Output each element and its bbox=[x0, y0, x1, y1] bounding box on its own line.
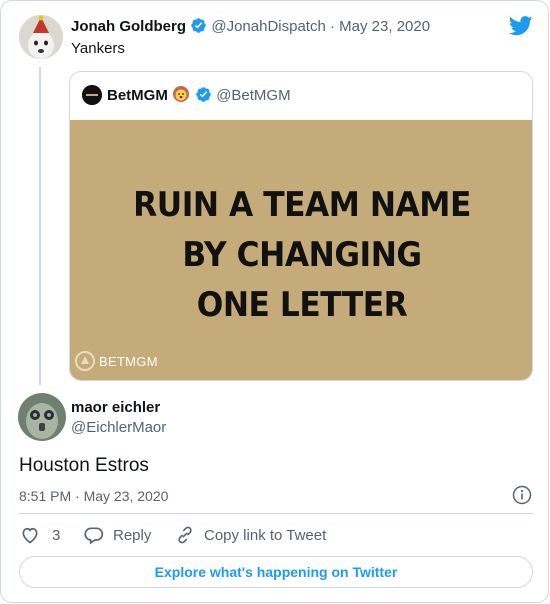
action-divider bbox=[19, 513, 533, 514]
reply-button[interactable]: Reply bbox=[84, 525, 151, 545]
twitter-bird-icon[interactable] bbox=[509, 15, 533, 37]
image-headline-line: BY CHANGING bbox=[182, 235, 422, 275]
explore-twitter-button[interactable]: Explore what's happening on Twitter bbox=[19, 556, 533, 588]
maor-eichler-avatar[interactable] bbox=[18, 393, 66, 441]
reply-timestamp[interactable]: 8:51 PM · May 23, 2020 bbox=[19, 486, 168, 506]
lion-emoji-icon bbox=[172, 85, 190, 103]
link-icon bbox=[178, 526, 192, 544]
betmgm-lion-logo-icon bbox=[75, 351, 95, 371]
image-headline: RUIN A TEAM NAME BY CHANGING ONE LETTER bbox=[89, 180, 516, 330]
reply-author-handle[interactable]: @EichlerMaor bbox=[71, 418, 166, 438]
quoted-author-name[interactable]: BetMGM bbox=[107, 87, 168, 104]
like-count: 3 bbox=[52, 526, 61, 544]
reply-author-name[interactable]: maor eichler bbox=[71, 398, 160, 418]
image-headline-line: ONE LETTER bbox=[196, 285, 408, 325]
verified-badge-icon bbox=[195, 87, 211, 102]
reply-label: Reply bbox=[113, 526, 152, 544]
header-separator: · bbox=[330, 18, 335, 35]
quoted-tweet[interactable]: BetMGM @BetMGM RUIN A TEAM NAME BY CHANG… bbox=[69, 71, 533, 381]
reply-text: Houston Estros bbox=[19, 455, 149, 476]
tweet-author-name[interactable]: Jonah Goldberg bbox=[71, 18, 186, 35]
tweet-text: Yankers bbox=[71, 40, 125, 57]
betmgm-avatar[interactable] bbox=[82, 85, 102, 105]
jonah-goldberg-avatar[interactable] bbox=[19, 15, 63, 59]
heart-icon bbox=[22, 527, 38, 544]
quoted-media-image[interactable]: RUIN A TEAM NAME BY CHANGING ONE LETTER … bbox=[70, 120, 532, 380]
thread-line bbox=[39, 67, 41, 385]
tweet-author-handle[interactable]: @JonahDispatch bbox=[211, 18, 325, 35]
quoted-author-handle[interactable]: @BetMGM bbox=[216, 87, 290, 104]
betmgm-image-logo: BETMGM bbox=[74, 350, 158, 372]
verified-badge-icon bbox=[191, 18, 206, 33]
copy-link-button[interactable]: Copy link to Tweet bbox=[175, 525, 326, 545]
image-brand-text: BETMGM bbox=[99, 353, 158, 369]
image-headline-line: RUIN A TEAM NAME bbox=[133, 185, 471, 225]
copy-link-label: Copy link to Tweet bbox=[204, 526, 327, 544]
like-button[interactable]: 3 bbox=[20, 525, 60, 545]
info-icon[interactable] bbox=[512, 485, 532, 505]
reply-bubble-icon bbox=[84, 527, 104, 545]
tweet-embed-card: Jonah Goldberg @JonahDispatch · May 23, … bbox=[0, 0, 549, 603]
tweet-date[interactable]: May 23, 2020 bbox=[339, 18, 430, 35]
